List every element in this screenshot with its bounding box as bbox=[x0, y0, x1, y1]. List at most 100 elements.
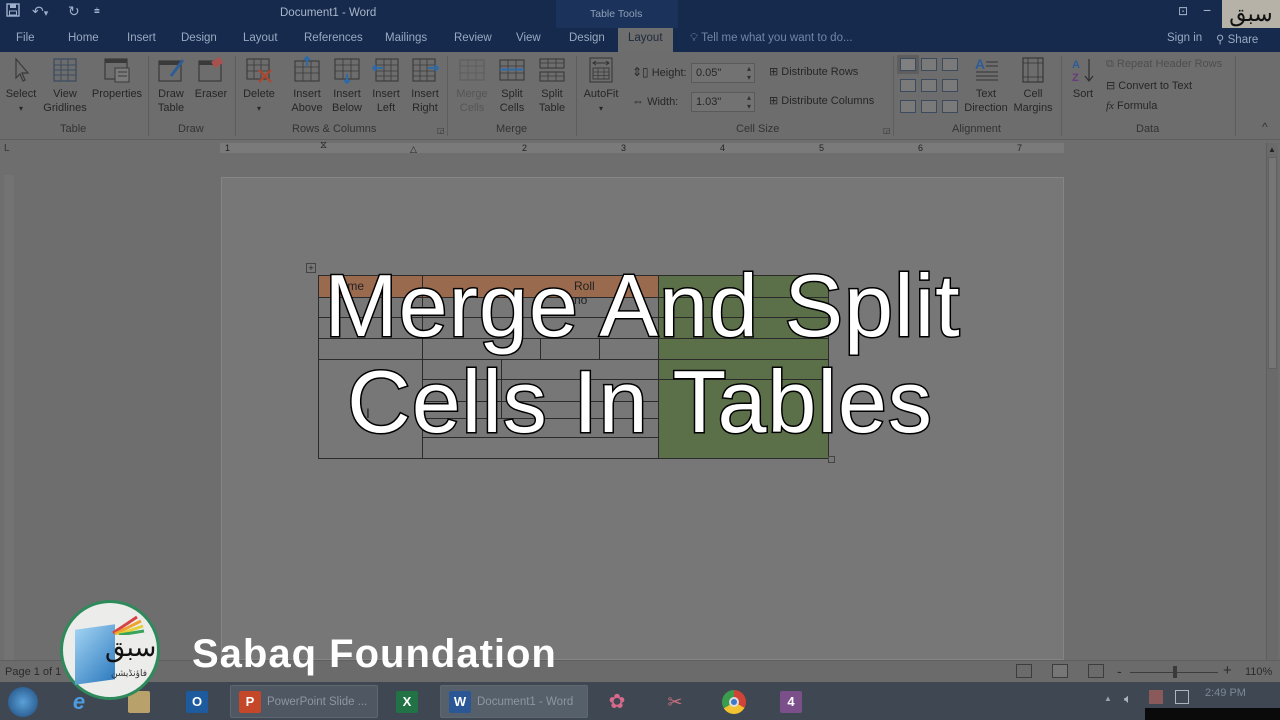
draw-table-button[interactable]: Draw Table bbox=[152, 56, 190, 115]
print-layout-view-icon[interactable] bbox=[1052, 664, 1068, 678]
formula-button[interactable]: fx Formula bbox=[1106, 100, 1157, 112]
align-center-right-button[interactable] bbox=[942, 79, 958, 92]
read-mode-view-icon[interactable] bbox=[1016, 664, 1032, 678]
page-count[interactable]: Page 1 of 1 bbox=[5, 666, 61, 678]
taskbar-app-snipping[interactable]: ✂ bbox=[664, 685, 686, 718]
align-top-left-button[interactable] bbox=[897, 55, 919, 74]
redo-icon[interactable]: ↻ bbox=[68, 3, 80, 20]
tab-home[interactable]: Home bbox=[68, 32, 99, 44]
customize-qat-icon[interactable]: ⩧ bbox=[94, 6, 100, 17]
zoom-slider-thumb[interactable] bbox=[1173, 666, 1178, 678]
tab-insert[interactable]: Insert bbox=[127, 32, 156, 44]
split-table-button[interactable]: Split Table bbox=[532, 56, 572, 115]
start-button[interactable] bbox=[8, 685, 38, 718]
align-bottom-center-button[interactable] bbox=[921, 100, 937, 113]
select-button[interactable]: Select ▾ bbox=[4, 56, 38, 116]
view-gridlines-button[interactable]: View Gridlines bbox=[40, 56, 90, 115]
tab-layout[interactable]: Layout bbox=[243, 32, 278, 44]
ruler-number: 7 bbox=[1017, 143, 1023, 153]
snipping-tool-icon: ✂ bbox=[667, 691, 683, 712]
autofit-button[interactable]: AutoFit ▾ bbox=[580, 56, 622, 116]
share-button[interactable]: ⚲ Share bbox=[1216, 32, 1258, 46]
taskbar-app-flower[interactable]: ✿ bbox=[606, 685, 628, 718]
insert-below-button[interactable]: Insert Below bbox=[327, 56, 367, 115]
sort-button[interactable]: AZ Sort bbox=[1066, 56, 1100, 101]
delete-button[interactable]: Delete ▾ bbox=[240, 56, 278, 116]
tab-file[interactable]: File bbox=[16, 32, 35, 44]
indent-marker-icon[interactable]: ⧖ bbox=[320, 140, 327, 151]
tab-review[interactable]: Review bbox=[454, 32, 492, 44]
rows-columns-dialog-launcher-icon[interactable]: ◲ bbox=[437, 126, 445, 135]
height-input[interactable]: 0.05" ▴ ▾ bbox=[691, 63, 755, 83]
align-top-right-button[interactable] bbox=[942, 58, 958, 71]
ribbon-display-options-icon[interactable]: ⊡ bbox=[1178, 4, 1188, 18]
convert-to-text-button[interactable]: ⊟ Convert to Text bbox=[1106, 79, 1192, 92]
tab-design[interactable]: Design bbox=[181, 32, 217, 44]
minimize-button[interactable]: − bbox=[1203, 2, 1211, 18]
repeat-header-rows-button[interactable]: ⧉ Repeat Header Rows bbox=[1106, 58, 1222, 71]
distribute-rows-button[interactable]: ⊞ Distribute Rows bbox=[769, 65, 858, 78]
eraser-button[interactable]: Eraser bbox=[192, 56, 230, 101]
network-icon[interactable] bbox=[1175, 690, 1189, 704]
height-value: 0.05" bbox=[696, 67, 722, 79]
tab-table-layout[interactable]: Layout bbox=[618, 28, 673, 52]
tab-table-design[interactable]: Design bbox=[569, 32, 605, 44]
align-center-left-button[interactable] bbox=[900, 79, 916, 92]
excel-icon: X bbox=[396, 690, 418, 713]
insert-above-button[interactable]: Insert Above bbox=[287, 56, 327, 115]
distribute-columns-button[interactable]: ⊞ Distribute Columns bbox=[769, 94, 874, 107]
split-cells-button[interactable]: Split Cells bbox=[492, 56, 532, 115]
cell-margins-button[interactable]: Cell Margins bbox=[1010, 56, 1056, 115]
undo-icon[interactable]: ↶▾ bbox=[32, 3, 48, 20]
action-center-flag-icon[interactable] bbox=[1149, 690, 1163, 704]
width-input[interactable]: 1.03" ▴ ▾ bbox=[691, 92, 755, 112]
merge-cells-label-2: Cells bbox=[459, 102, 485, 114]
scroll-up-arrow-icon[interactable]: ▲ bbox=[1267, 145, 1277, 155]
align-top-center-button[interactable] bbox=[921, 58, 937, 71]
scrollbar-thumb[interactable] bbox=[1268, 157, 1277, 369]
tab-view[interactable]: View bbox=[516, 32, 541, 44]
tell-me-search[interactable]: 💡︎ Tell me what you want to do... bbox=[690, 32, 853, 45]
system-clock[interactable]: 2:49 PM bbox=[1205, 687, 1246, 699]
tab-references[interactable]: References bbox=[304, 32, 363, 44]
volume-icon[interactable]: 🔈︎ bbox=[1124, 691, 1132, 707]
show-hidden-icons-arrow-icon[interactable]: ▲ bbox=[1104, 694, 1112, 703]
taskbar-outlook[interactable]: O bbox=[186, 685, 208, 718]
convert-to-text-icon: ⊟ bbox=[1106, 80, 1116, 92]
group-separator bbox=[576, 56, 577, 136]
align-bottom-right-button[interactable] bbox=[942, 100, 958, 113]
horizontal-ruler[interactable]: 1 2 3 4 5 6 7 ⧖ △ bbox=[220, 140, 1064, 155]
insert-left-label-2: Left bbox=[376, 102, 396, 114]
taskbar-powerpoint-window[interactable]: P PowerPoint Slide ... bbox=[230, 685, 378, 718]
sign-in-link[interactable]: Sign in bbox=[1167, 32, 1202, 44]
select-cursor-icon bbox=[15, 57, 30, 82]
merge-cells-button[interactable]: Merge Cells bbox=[452, 56, 492, 115]
web-layout-view-icon[interactable] bbox=[1088, 664, 1104, 678]
insert-below-icon bbox=[334, 58, 360, 84]
zoom-in-button[interactable]: + bbox=[1223, 662, 1232, 679]
table-resize-handle[interactable] bbox=[828, 456, 835, 463]
taskbar-chrome[interactable] bbox=[722, 685, 746, 718]
split-cells-icon bbox=[499, 59, 525, 81]
taskbar-excel[interactable]: X bbox=[396, 685, 418, 718]
tab-selector[interactable]: L bbox=[4, 143, 18, 155]
right-indent-marker-icon[interactable]: △ bbox=[410, 144, 417, 155]
spin-arrows-icon[interactable]: ▴ ▾ bbox=[747, 93, 751, 111]
taskbar-word-window[interactable]: W Document1 - Word bbox=[440, 685, 588, 718]
zoom-level[interactable]: 110% bbox=[1245, 666, 1272, 678]
spin-arrows-icon[interactable]: ▴ ▾ bbox=[747, 64, 751, 82]
save-icon[interactable] bbox=[6, 3, 20, 20]
cell-size-dialog-launcher-icon[interactable]: ◲ bbox=[883, 126, 891, 135]
insert-left-button[interactable]: Insert Left bbox=[367, 56, 405, 115]
collapse-ribbon-icon[interactable]: ^ bbox=[1262, 120, 1268, 134]
tab-mailings[interactable]: Mailings bbox=[385, 32, 427, 44]
text-direction-button[interactable]: A Text Direction bbox=[962, 56, 1010, 115]
group-separator bbox=[447, 56, 448, 136]
zoom-out-button[interactable]: - bbox=[1117, 663, 1122, 679]
insert-right-button[interactable]: Insert Right bbox=[406, 56, 444, 115]
align-bottom-left-button[interactable] bbox=[900, 100, 916, 113]
group-separator bbox=[1061, 56, 1062, 136]
align-center-button[interactable] bbox=[921, 79, 937, 92]
taskbar-app-recorder[interactable]: 4 bbox=[780, 685, 802, 718]
properties-button[interactable]: Properties bbox=[90, 56, 144, 101]
